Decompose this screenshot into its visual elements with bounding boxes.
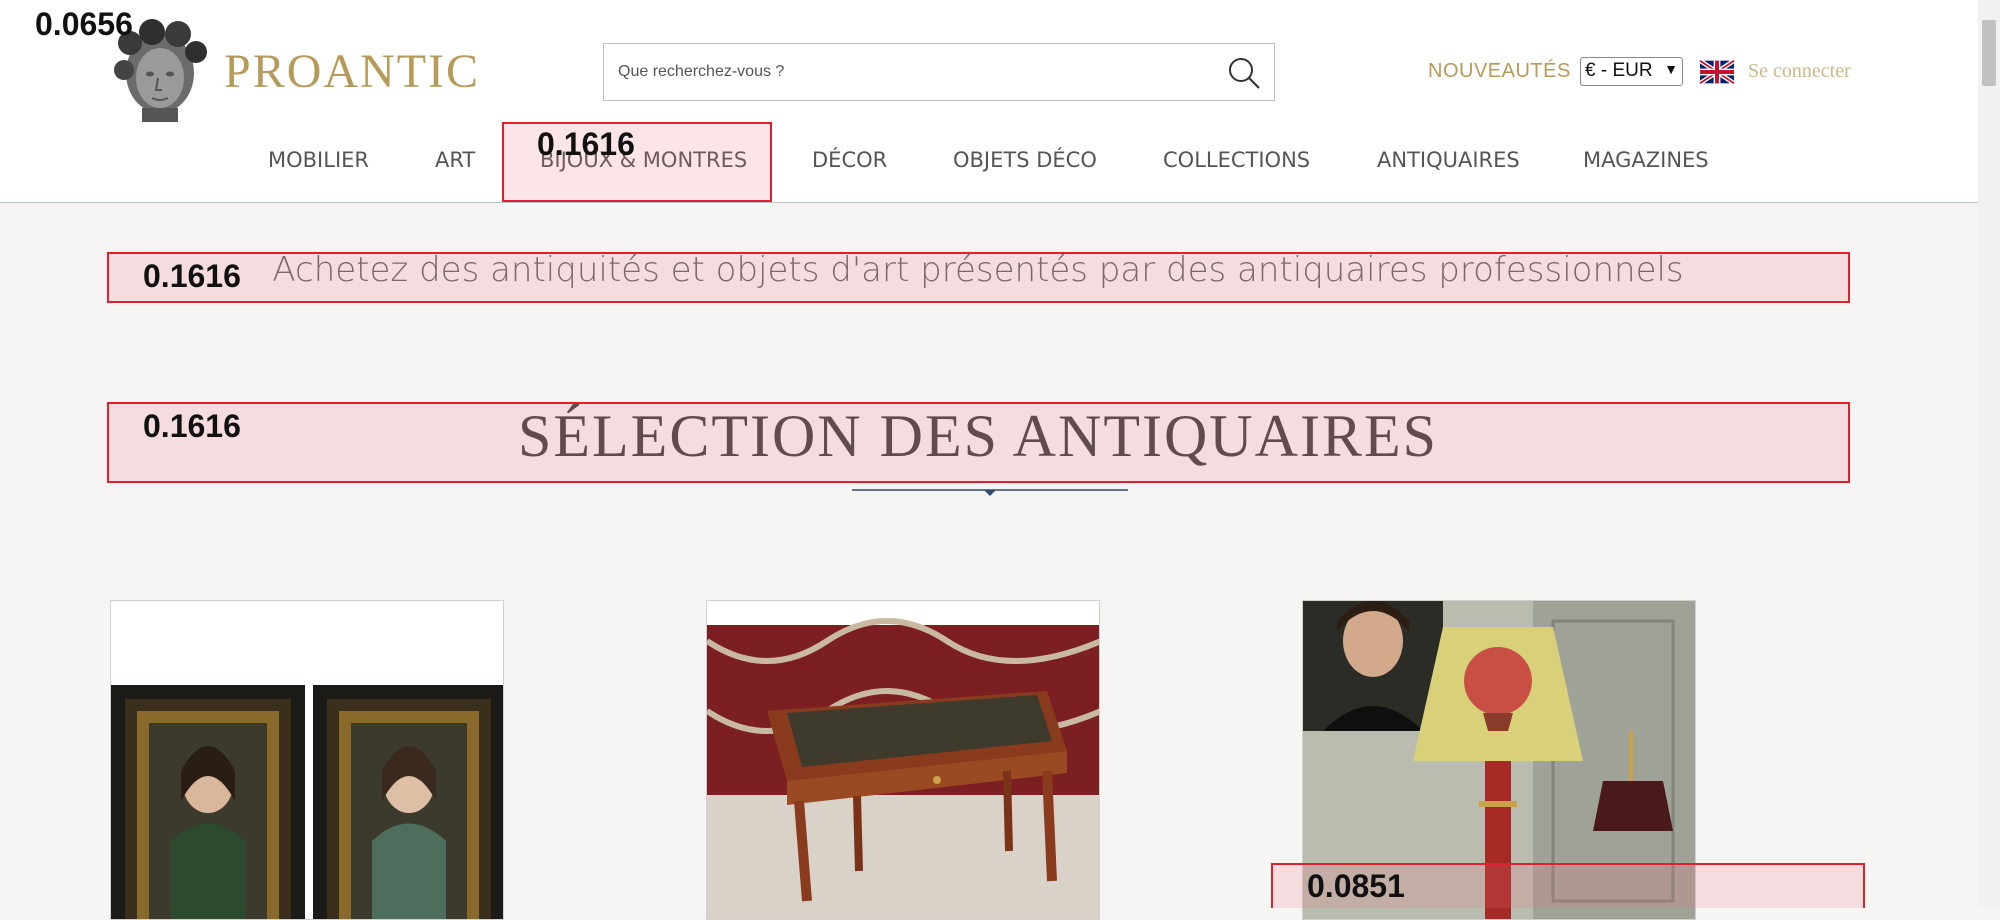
chevron-down-icon: ▼ [1664,61,1678,77]
writing-desk-image [707,601,1099,919]
site-header: PROANTIC NOUVEAUTÉS € - EUR ▼ Se connect… [0,0,1978,203]
currency-selected-value: € - EUR [1585,60,1653,81]
nav-item-mobilier[interactable]: MOBILIER [268,148,369,172]
nouveautes-link[interactable]: NOUVEAUTÉS [1428,60,1571,83]
product-card-portraits[interactable] [110,600,504,920]
currency-select[interactable]: € - EUR ▼ [1580,57,1683,86]
nav-item-decor[interactable]: DÉCOR [812,148,887,172]
nav-item-antiquaires[interactable]: ANTIQUAIRES [1377,148,1520,172]
overlay-box-section-title [107,402,1850,483]
uk-flag-icon[interactable] [1700,60,1734,84]
product-card-writing-desk[interactable] [706,600,1100,920]
search-box [603,43,1275,101]
portraits-pair-image [111,601,503,919]
search-input[interactable] [604,44,1204,100]
scrollbar-thumb[interactable] [1982,20,1996,86]
overlay-score-tagline: 0.1616 [143,258,241,294]
search-icon[interactable] [1226,55,1262,91]
nav-item-collections[interactable]: COLLECTIONS [1163,148,1310,172]
page-scrollbar[interactable] [1978,0,2000,908]
logo-text[interactable]: PROANTIC [224,44,480,99]
overlay-score-card: 0.0851 [1307,868,1405,904]
nav-item-objets-deco[interactable]: OBJETS DÉCO [953,148,1097,172]
overlay-score-top-left: 0.0656 [35,6,133,42]
login-link[interactable]: Se connecter [1748,60,1851,83]
overlay-box-tagline [107,252,1850,303]
main-nav: MOBILIER ART BIJOUX & MONTRES DÉCOR OBJE… [0,148,1978,178]
nav-item-magazines[interactable]: MAGAZINES [1583,148,1709,172]
overlay-score-section-title: 0.1616 [143,408,241,444]
nav-item-art[interactable]: ART [435,148,475,172]
overlay-score-nav: 0.1616 [537,126,635,162]
title-underline-divider [852,489,1128,496]
